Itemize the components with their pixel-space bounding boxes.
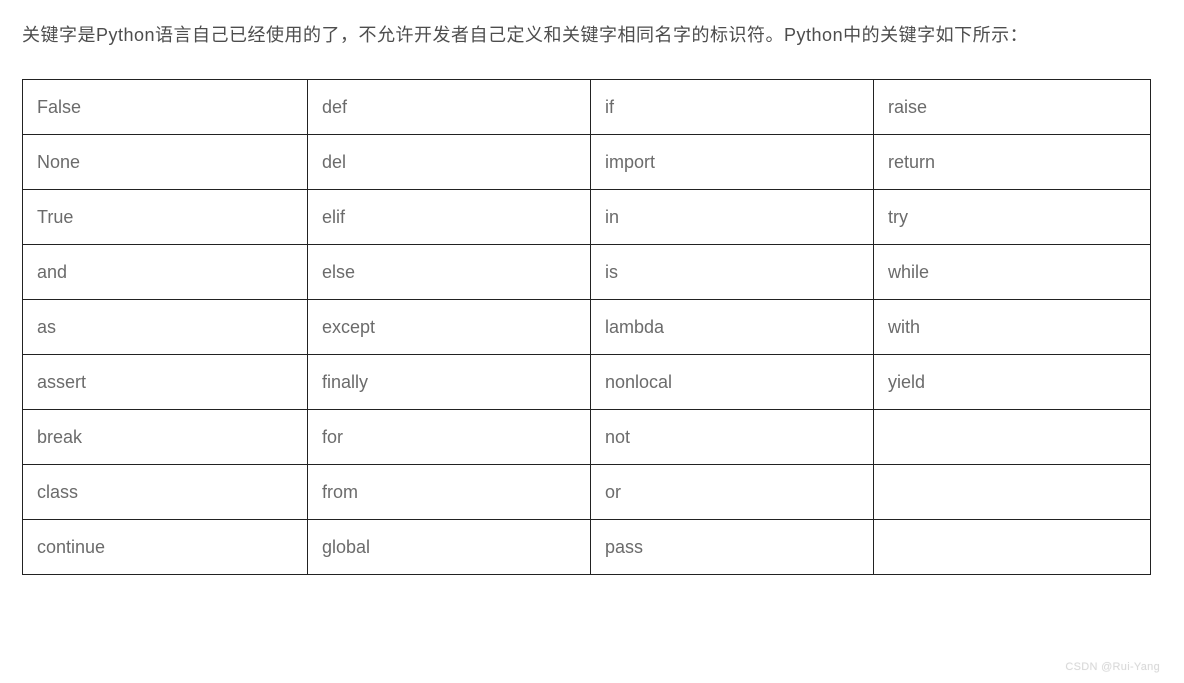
- table-cell: [874, 410, 1151, 465]
- table-cell: pass: [591, 520, 874, 575]
- table-cell: yield: [874, 355, 1151, 410]
- table-row: False def if raise: [23, 80, 1151, 135]
- table-cell: [874, 465, 1151, 520]
- table-row: class from or: [23, 465, 1151, 520]
- table-cell: except: [308, 300, 591, 355]
- table-cell: raise: [874, 80, 1151, 135]
- table-cell: elif: [308, 190, 591, 245]
- table-cell: with: [874, 300, 1151, 355]
- table-row: None del import return: [23, 135, 1151, 190]
- table-cell: is: [591, 245, 874, 300]
- table-cell: if: [591, 80, 874, 135]
- table-row: as except lambda with: [23, 300, 1151, 355]
- table-cell: lambda: [591, 300, 874, 355]
- table-cell: break: [23, 410, 308, 465]
- table-cell: from: [308, 465, 591, 520]
- table-cell: def: [308, 80, 591, 135]
- watermark: CSDN @Rui-Yang: [1065, 661, 1160, 673]
- keywords-table: False def if raise None del import retur…: [22, 79, 1151, 575]
- table-cell: None: [23, 135, 308, 190]
- table-row: continue global pass: [23, 520, 1151, 575]
- table-cell: return: [874, 135, 1151, 190]
- table-row: and else is while: [23, 245, 1151, 300]
- table-cell: [874, 520, 1151, 575]
- table-cell: finally: [308, 355, 591, 410]
- table-cell: continue: [23, 520, 308, 575]
- table-cell: nonlocal: [591, 355, 874, 410]
- table-cell: try: [874, 190, 1151, 245]
- table-row: assert finally nonlocal yield: [23, 355, 1151, 410]
- table-cell: import: [591, 135, 874, 190]
- intro-paragraph: 关键字是Python语言自己已经使用的了，不允许开发者自己定义和关键字相同名字的…: [22, 18, 1162, 53]
- table-row: True elif in try: [23, 190, 1151, 245]
- table-row: break for not: [23, 410, 1151, 465]
- table-cell: while: [874, 245, 1151, 300]
- table-cell: class: [23, 465, 308, 520]
- table-cell: in: [591, 190, 874, 245]
- table-cell: or: [591, 465, 874, 520]
- table-cell: else: [308, 245, 591, 300]
- table-cell: assert: [23, 355, 308, 410]
- table-cell: False: [23, 80, 308, 135]
- table-cell: and: [23, 245, 308, 300]
- table-cell: for: [308, 410, 591, 465]
- table-cell: global: [308, 520, 591, 575]
- table-cell: True: [23, 190, 308, 245]
- table-cell: not: [591, 410, 874, 465]
- table-cell: del: [308, 135, 591, 190]
- table-cell: as: [23, 300, 308, 355]
